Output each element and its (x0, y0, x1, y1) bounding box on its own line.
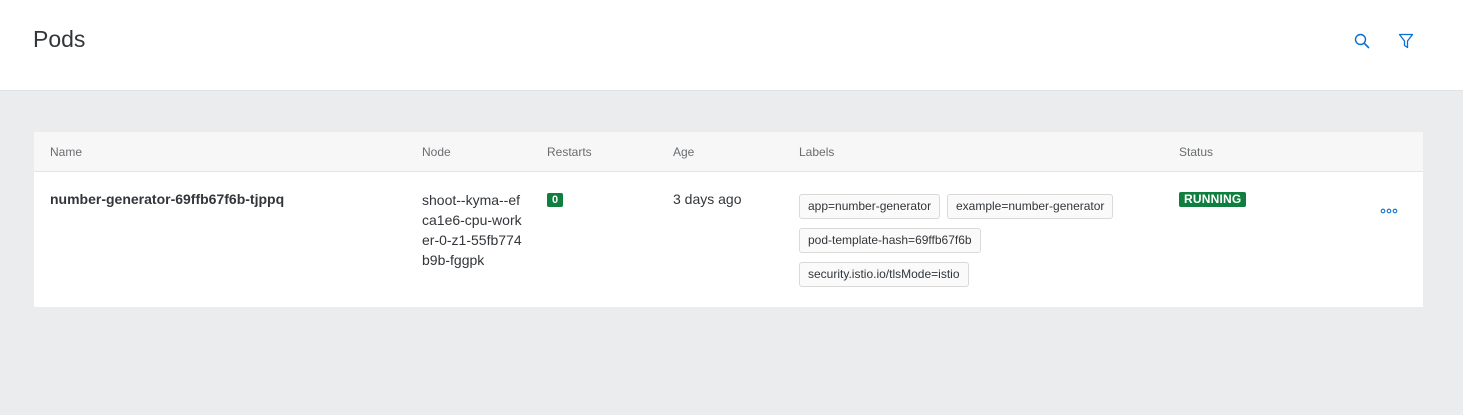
column-header-restarts[interactable]: Restarts (547, 145, 592, 159)
pod-age: 3 days ago (673, 191, 742, 207)
label-chip: example=number-generator (947, 194, 1114, 219)
column-header-name[interactable]: Name (50, 145, 82, 159)
more-options-icon (1380, 208, 1398, 214)
label-chip: security.istio.io/tlsMode=istio (799, 262, 969, 287)
column-header-labels[interactable]: Labels (799, 145, 834, 159)
filter-button[interactable] (1395, 30, 1417, 52)
pod-name-link[interactable]: number-generator-69ffb67f6b-tjppq (50, 191, 284, 207)
filter-icon (1398, 33, 1414, 49)
row-actions-button[interactable] (1378, 204, 1400, 218)
status-badge: RUNNING (1179, 192, 1247, 207)
column-header-age[interactable]: Age (673, 145, 694, 159)
page-title: Pods (33, 26, 86, 52)
search-icon (1354, 33, 1370, 49)
table-header: Name Node Restarts Age Labels Status (34, 132, 1423, 172)
pods-table: Name Node Restarts Age Labels Status num… (34, 132, 1423, 307)
label-chip: app=number-generator (799, 194, 941, 219)
pod-node: shoot--kyma--efca1e6-cpu-worker-0-z1-55f… (422, 192, 522, 268)
search-button[interactable] (1351, 30, 1373, 52)
column-header-status[interactable]: Status (1179, 145, 1213, 159)
restarts-badge: 0 (547, 193, 564, 207)
label-chip: pod-template-hash=69ffb67f6b (799, 228, 981, 253)
page-header: Pods (0, 0, 1463, 91)
column-header-node[interactable]: Node (422, 145, 451, 159)
